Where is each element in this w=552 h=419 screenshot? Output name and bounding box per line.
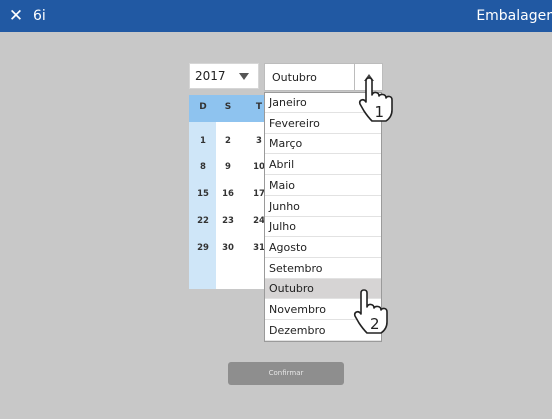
- year-select[interactable]: 2017: [189, 63, 259, 89]
- calendar-grid: D S T 1 2 3 8 9 10 15 16 17 22 23 24 29 …: [189, 95, 267, 289]
- year-value: 2017: [195, 69, 226, 83]
- month-option[interactable]: Março: [265, 134, 381, 155]
- calendar-day[interactable]: 23: [216, 216, 240, 226]
- month-option[interactable]: Junho: [265, 197, 381, 217]
- hand-pointer-icon-step-1: 1: [356, 77, 396, 123]
- calendar-day[interactable]: 9: [216, 162, 240, 172]
- title-bar: ✕ 6i Embalager: [0, 0, 552, 32]
- calendar-day[interactable]: 16: [216, 189, 240, 199]
- calendar-weekday-header: D S T: [189, 95, 267, 122]
- month-option[interactable]: Maio: [265, 176, 381, 196]
- month-option[interactable]: Abril: [265, 155, 381, 176]
- chevron-down-icon: [239, 73, 249, 80]
- sunday-column: [189, 122, 216, 289]
- calendar-day[interactable]: 29: [191, 243, 215, 253]
- window-title: Embalager: [476, 8, 552, 24]
- month-option[interactable]: Agosto: [265, 238, 381, 258]
- confirm-button[interactable]: Confirmar: [228, 362, 344, 385]
- weekday-label: S: [224, 102, 232, 112]
- close-icon[interactable]: ✕: [7, 6, 25, 26]
- month-value: Outubro: [272, 71, 317, 84]
- hand-pointer-icon-step-2: 2: [351, 289, 391, 335]
- calendar-day[interactable]: 2: [216, 136, 240, 146]
- calendar-day[interactable]: 8: [191, 162, 215, 172]
- calendar-day[interactable]: 1: [191, 136, 215, 146]
- weekday-label: D: [199, 102, 207, 112]
- app-name: 6i: [33, 8, 46, 24]
- calendar-day[interactable]: 22: [191, 216, 215, 226]
- step-1-label: 1: [375, 103, 385, 121]
- step-2-label: 2: [370, 315, 380, 333]
- month-option[interactable]: Julho: [265, 217, 381, 238]
- calendar-day[interactable]: 30: [216, 243, 240, 253]
- calendar-day[interactable]: 15: [191, 189, 215, 199]
- month-option[interactable]: Setembro: [265, 259, 381, 279]
